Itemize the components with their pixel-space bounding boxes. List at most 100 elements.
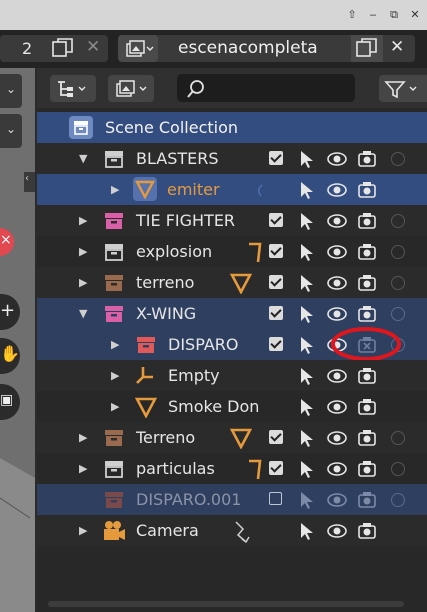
holdout-toggle-icon[interactable] — [391, 431, 405, 445]
window-close-icon[interactable]: ✕ — [406, 7, 424, 23]
render-camera-icon[interactable] — [357, 397, 377, 417]
outliner-row-tie-fighter[interactable]: ▶ TIE FIGHTER — [37, 205, 427, 236]
outliner-row-blasters[interactable]: ▼ BLASTERS — [37, 143, 427, 174]
render-camera-icon[interactable] — [357, 459, 377, 479]
visibility-eye-icon[interactable] — [327, 180, 347, 200]
expand-chevron-icon[interactable]: ▶ — [111, 391, 119, 422]
exclude-checkbox[interactable] — [269, 244, 283, 258]
visibility-eye-icon[interactable] — [327, 211, 347, 231]
filter-button[interactable] — [379, 75, 427, 102]
holdout-toggle-icon[interactable] — [391, 493, 405, 507]
expand-chevron-icon[interactable]: ▶ — [79, 267, 87, 298]
expand-chevron-icon[interactable]: ▶ — [111, 360, 119, 391]
holdout-toggle-icon[interactable] — [391, 214, 405, 228]
collapse-chevron-icon[interactable]: ▼ — [79, 298, 87, 329]
render-camera-icon[interactable] — [357, 242, 377, 262]
expand-chevron-icon[interactable]: ▶ — [79, 236, 87, 267]
visibility-eye-icon[interactable] — [327, 273, 347, 293]
select-arrow-icon[interactable] — [297, 459, 317, 479]
select-arrow-icon[interactable] — [297, 428, 317, 448]
outliner-row-smoke-don[interactable]: ▶ Smoke Don — [37, 391, 427, 422]
exclude-checkbox[interactable] — [269, 275, 283, 289]
outliner-row-scene-collection[interactable]: Scene Collection — [37, 112, 427, 143]
close-gizmo-icon[interactable]: × — [0, 228, 14, 256]
delete-scene-icon[interactable]: ✕ — [390, 37, 404, 57]
scene-name-field[interactable]: escenacompleta ✕ — [118, 35, 415, 62]
duplicate-scene-button[interactable] — [351, 35, 383, 62]
outliner-row-explosion[interactable]: ▶ explosion — [37, 236, 427, 267]
holdout-toggle-icon[interactable] — [391, 276, 405, 290]
expand-chevron-icon[interactable]: ▶ — [111, 329, 119, 360]
visibility-eye-icon[interactable] — [327, 459, 347, 479]
render-camera-icon[interactable] — [357, 366, 377, 386]
outliner-row-empty[interactable]: ▶ Empty — [37, 360, 427, 391]
outliner-row-terreno[interactable]: ▶ terreno — [37, 267, 427, 298]
exclude-checkbox[interactable] — [269, 337, 283, 351]
exclude-checkbox[interactable] — [269, 151, 283, 165]
visibility-eye-icon[interactable] — [327, 490, 347, 510]
3d-viewport-edge[interactable]: ⌄ ⌄ × + ✋ ▣ ‹ — [0, 68, 35, 612]
visibility-eye-icon[interactable] — [327, 304, 347, 324]
expand-chevron-icon[interactable]: ▶ — [79, 515, 87, 546]
expand-chevron-icon[interactable]: ▶ — [79, 453, 87, 484]
filter-scene-button[interactable] — [108, 75, 154, 102]
zoom-icon[interactable]: + — [0, 294, 20, 330]
render-camera-icon[interactable] — [357, 428, 377, 448]
visibility-eye-icon[interactable] — [327, 397, 347, 417]
viewport-dropdown-2[interactable]: ⌄ — [0, 114, 22, 148]
select-arrow-icon[interactable] — [297, 242, 317, 262]
expand-chevron-icon[interactable]: ▶ — [111, 174, 119, 205]
outliner-row-disparo[interactable]: ▶ DISPARO — [37, 327, 427, 361]
scene-browse-button[interactable] — [118, 35, 158, 62]
render-camera-icon[interactable] — [357, 490, 377, 510]
select-arrow-icon[interactable] — [297, 521, 317, 541]
holdout-toggle-icon[interactable] — [391, 307, 405, 321]
render-camera-icon[interactable] — [357, 149, 377, 169]
holdout-toggle-icon[interactable] — [391, 462, 405, 476]
select-arrow-icon[interactable] — [297, 335, 317, 355]
duplicate-scene-icon[interactable] — [52, 38, 74, 58]
horizontal-scrollbar[interactable] — [48, 601, 404, 607]
select-arrow-icon[interactable] — [297, 149, 317, 169]
render-camera-icon[interactable] — [357, 273, 377, 293]
select-arrow-icon[interactable] — [297, 397, 317, 417]
exclude-checkbox[interactable] — [269, 461, 283, 475]
select-arrow-icon[interactable] — [297, 211, 317, 231]
outliner-row-camera[interactable]: ▶ Camera — [37, 515, 427, 546]
scene-number-selector[interactable]: 2 ✕ — [0, 35, 108, 62]
holdout-toggle-icon[interactable] — [391, 245, 405, 259]
visibility-eye-icon[interactable] — [327, 428, 347, 448]
window-maximize-icon[interactable]: ⧉ — [385, 7, 403, 23]
visibility-eye-icon[interactable] — [327, 366, 347, 386]
outliner-row-terreno-2[interactable]: ▶ Terreno — [37, 422, 427, 453]
search-input[interactable] — [177, 74, 355, 102]
render-camera-icon[interactable] — [357, 304, 377, 324]
expand-chevron-icon[interactable]: ▶ — [79, 205, 87, 236]
remove-scene-icon[interactable]: ✕ — [86, 37, 100, 57]
select-arrow-icon[interactable] — [297, 490, 317, 510]
display-mode-button[interactable] — [50, 75, 96, 102]
camera-view-icon[interactable]: ▣ — [0, 384, 20, 420]
outliner-row-emiter[interactable]: ▶ emiter — [37, 174, 427, 205]
collapse-chevron-icon[interactable]: ▼ — [79, 143, 87, 174]
select-arrow-icon[interactable] — [297, 180, 317, 200]
window-pin-icon[interactable]: ⇧ — [343, 7, 361, 23]
exclude-checkbox-unchecked[interactable] — [269, 492, 282, 505]
outliner-row-particulas[interactable]: ▶ particulas — [37, 453, 427, 484]
visibility-eye-icon[interactable] — [327, 242, 347, 262]
pan-hand-icon[interactable]: ✋ — [0, 338, 20, 374]
exclude-checkbox[interactable] — [269, 430, 283, 444]
exclude-checkbox[interactable] — [269, 213, 283, 227]
render-camera-icon[interactable] — [357, 180, 377, 200]
render-camera-icon[interactable] — [357, 521, 377, 541]
visibility-eye-icon[interactable] — [327, 521, 347, 541]
window-minimize-icon[interactable]: ‒ — [364, 7, 382, 23]
select-arrow-icon[interactable] — [297, 304, 317, 324]
select-arrow-icon[interactable] — [297, 273, 317, 293]
outliner-row-disparo-001[interactable]: DISPARO.001 — [37, 484, 427, 515]
visibility-eye-icon[interactable] — [327, 149, 347, 169]
viewport-dropdown[interactable]: ⌄ — [0, 74, 22, 108]
expand-chevron-icon[interactable]: ▶ — [79, 422, 87, 453]
render-camera-icon[interactable] — [357, 211, 377, 231]
exclude-checkbox[interactable] — [269, 306, 283, 320]
